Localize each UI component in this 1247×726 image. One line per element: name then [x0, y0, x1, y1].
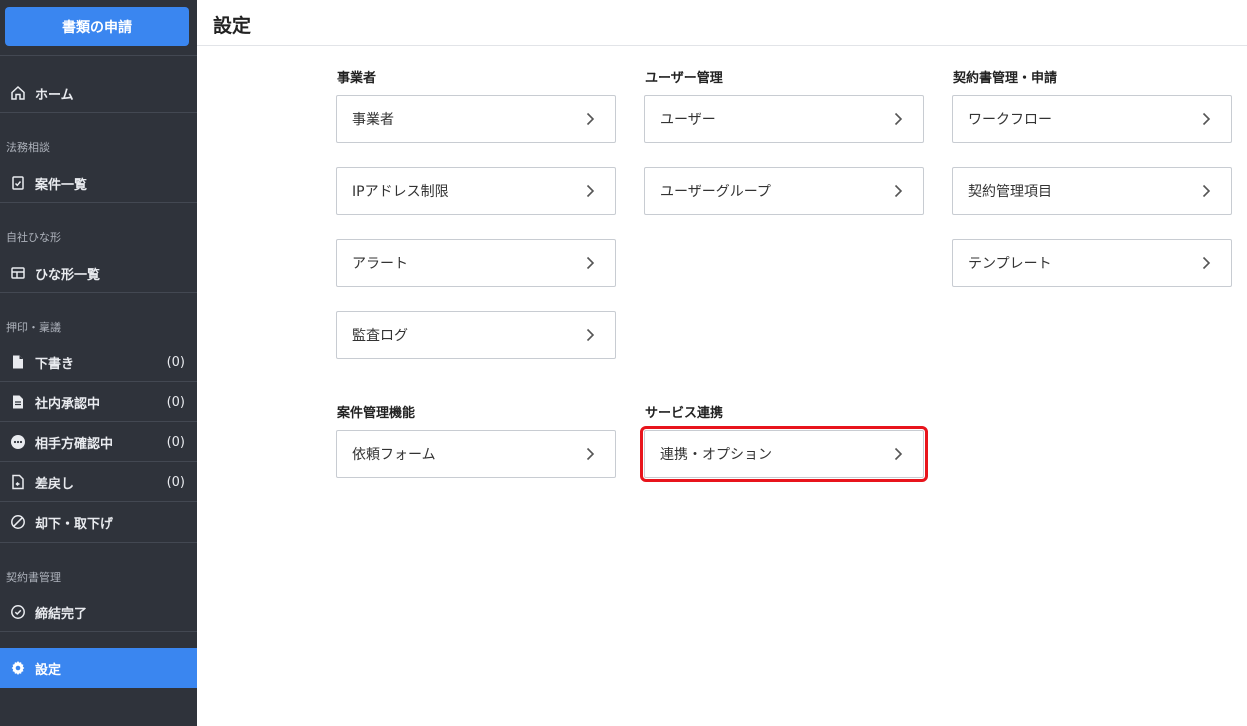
chevron-right-icon: [586, 112, 595, 126]
chevron-right-icon: [586, 256, 595, 270]
section-label-legal: 法務相談: [6, 141, 50, 154]
page-header: 設定: [197, 0, 1247, 46]
divider: [0, 292, 197, 293]
card-label: ユーザーグループ: [660, 184, 771, 200]
settings-card-contract-fields[interactable]: 契約管理項目: [952, 167, 1232, 215]
gear-icon: [10, 660, 26, 676]
sidebar-item-template-list[interactable]: ひな形一覧: [0, 253, 197, 293]
chevron-right-icon: [586, 447, 595, 461]
count-badge: (0): [166, 434, 185, 450]
chevron-right-icon: [1202, 256, 1211, 270]
chevron-right-icon: [894, 447, 903, 461]
sidebar-item-home[interactable]: ホーム: [0, 73, 197, 113]
chevron-right-icon: [1202, 112, 1211, 126]
home-icon: [10, 85, 26, 101]
card-label: IPアドレス制限: [352, 184, 449, 200]
divider: [0, 112, 197, 113]
sidebar-item-label: 差戻し: [35, 476, 75, 492]
sidebar-item-label: 相手方確認中: [35, 436, 114, 452]
sidebar-item-cases[interactable]: 案件一覧: [0, 163, 197, 203]
count-badge: (0): [166, 394, 185, 410]
card-label: 依頼フォーム: [352, 447, 436, 463]
chevron-right-icon: [586, 328, 595, 342]
settings-card-user-groups[interactable]: ユーザーグループ: [644, 167, 924, 215]
settings-card-users[interactable]: ユーザー: [644, 95, 924, 143]
card-label: 連携・オプション: [660, 447, 772, 463]
divider: [0, 542, 197, 543]
chevron-right-icon: [586, 184, 595, 198]
section-label-contract: 契約書管理: [6, 571, 61, 584]
settings-card-business[interactable]: 事業者: [336, 95, 616, 143]
chevron-right-icon: [894, 184, 903, 198]
sidebar-item-label: ホーム: [35, 87, 74, 103]
card-label: アラート: [352, 256, 408, 272]
count-badge: (0): [166, 474, 185, 490]
sidebar-item-label: ひな形一覧: [35, 267, 101, 283]
card-label: 監査ログ: [352, 328, 408, 344]
settings-card-templates[interactable]: テンプレート: [952, 239, 1232, 287]
card-label: テンプレート: [968, 256, 1052, 272]
settings-card-ip-restriction[interactable]: IPアドレス制限: [336, 167, 616, 215]
sidebar-item-label: 却下・取下げ: [35, 516, 114, 532]
page-title: 設定: [213, 15, 252, 37]
sidebar-item-label: 締結完了: [35, 606, 88, 622]
sidebar-item-label: 設定: [35, 662, 62, 678]
ban-icon: [10, 514, 26, 530]
group-title-user-management: ユーザー管理: [645, 71, 723, 86]
divider: [0, 55, 197, 56]
card-label: ユーザー: [660, 112, 716, 128]
sidebar-item-counterparty-review[interactable]: 相手方確認中 (0): [0, 422, 197, 462]
settings-card-workflow[interactable]: ワークフロー: [952, 95, 1232, 143]
settings-card-integration-options[interactable]: 連携・オプション: [640, 426, 928, 482]
settings-card-audit-log[interactable]: 監査ログ: [336, 311, 616, 359]
sidebar-item-rejected[interactable]: 却下・取下げ: [0, 502, 197, 542]
count-badge: (0): [166, 354, 185, 370]
sidebar-item-label: 案件一覧: [35, 177, 88, 193]
apply-document-button[interactable]: 書類の申請: [5, 7, 189, 46]
file-text-icon: [10, 394, 26, 410]
sidebar-item-returned[interactable]: 差戻し (0): [0, 462, 197, 502]
group-title-contract-management: 契約書管理・申請: [953, 71, 1058, 86]
sidebar-item-label: 下書き: [35, 356, 75, 372]
sidebar: 書類の申請 ホーム 法務相談 案件一覧 自社ひな形 ひな形一覧 押印・稟議 下書…: [0, 0, 197, 726]
group-title-case-management: 案件管理機能: [337, 406, 416, 421]
group-title-business: 事業者: [337, 71, 377, 86]
document-check-icon: [10, 175, 26, 191]
sidebar-item-settings[interactable]: 設定: [0, 648, 197, 688]
settings-card-alert[interactable]: アラート: [336, 239, 616, 287]
sidebar-item-label: 社内承認中: [35, 396, 101, 412]
file-icon: [10, 354, 26, 370]
settings-card-request-form[interactable]: 依頼フォーム: [336, 430, 616, 478]
check-circle-icon: [10, 604, 26, 620]
sidebar-item-concluded[interactable]: 締結完了: [0, 592, 197, 632]
more-circle-icon: [10, 434, 26, 450]
card-label: ワークフロー: [968, 112, 1052, 128]
divider: [0, 631, 197, 632]
card-label: 事業者: [352, 112, 394, 128]
chevron-right-icon: [1202, 184, 1211, 198]
divider: [0, 202, 197, 203]
section-label-templates: 自社ひな形: [6, 231, 61, 244]
file-return-icon: [10, 474, 26, 490]
sidebar-item-drafts[interactable]: 下書き (0): [0, 342, 197, 382]
layout-icon: [10, 265, 26, 281]
section-label-approval: 押印・稟議: [6, 321, 61, 334]
chevron-right-icon: [894, 112, 903, 126]
group-title-service-integration: サービス連携: [645, 406, 724, 421]
card-label: 契約管理項目: [968, 184, 1052, 200]
sidebar-item-internal-approval[interactable]: 社内承認中 (0): [0, 382, 197, 422]
